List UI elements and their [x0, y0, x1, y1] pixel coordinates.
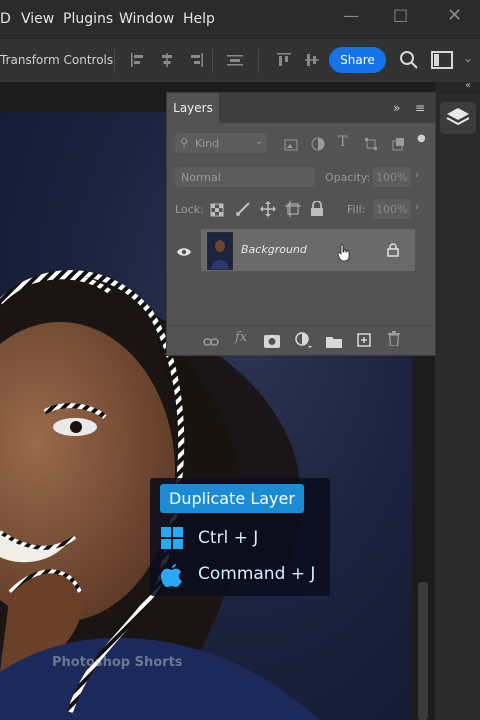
blend-mode-select[interactable]: Normal — [175, 167, 315, 187]
mac-shortcut-keys: Command + J — [198, 564, 316, 584]
visibility-eye-icon[interactable] — [176, 243, 192, 262]
new-group-icon[interactable] — [326, 333, 342, 352]
lock-position-icon[interactable] — [260, 201, 276, 221]
windows-shortcut-keys: Ctrl + J — [198, 528, 259, 548]
filter-kind-label: Kind — [195, 137, 220, 150]
layer-lock-icon[interactable] — [387, 242, 399, 261]
menu-item-help[interactable]: Help — [183, 11, 215, 27]
search-icon[interactable] — [399, 50, 419, 74]
lock-artboard-icon[interactable] — [285, 201, 301, 221]
shortcut-title: Duplicate Layer — [160, 484, 304, 513]
smart-object-filter-icon[interactable] — [391, 136, 405, 155]
opacity-field[interactable]: 100% — [373, 167, 411, 187]
layers-panel: Layers » ≡ ⚲ Kind ⌄ T ● Normal Opacity: — [166, 92, 436, 356]
type-filter-icon[interactable]: T — [338, 134, 347, 150]
workspace-chevron-icon[interactable]: ⌄ — [463, 51, 473, 65]
align-center-icon[interactable] — [159, 52, 175, 72]
menu-bar: D View Plugins Window Help — □ ✕ — [0, 0, 480, 38]
shape-filter-icon[interactable] — [364, 136, 378, 155]
align-left-icon[interactable] — [130, 52, 146, 72]
chevron-right-icon[interactable]: › — [415, 170, 419, 181]
tab-layers[interactable]: Layers — [167, 93, 219, 123]
divider — [212, 49, 213, 73]
layers-panel-header: Layers » ≡ — [167, 93, 435, 123]
align-middle-icon[interactable] — [304, 52, 320, 72]
fill-field[interactable]: 100% — [373, 199, 411, 219]
blend-mode-value: Normal — [181, 171, 221, 184]
layer-row-background[interactable]: Background — [201, 229, 415, 271]
align-right-icon[interactable] — [188, 52, 204, 72]
layer-name[interactable]: Background — [241, 243, 307, 256]
menu-item-plugins[interactable]: Plugins — [63, 11, 113, 27]
share-button[interactable]: Share — [329, 47, 386, 73]
chevron-down-icon: ⌄ — [255, 136, 264, 147]
search-icon: ⚲ — [180, 136, 189, 149]
collapse-panel-icon[interactable]: » — [393, 101, 400, 115]
transform-controls-label[interactable]: Transform Controls — [0, 53, 113, 67]
filter-kind-select[interactable]: ⚲ Kind ⌄ — [175, 133, 267, 153]
lock-transparent-icon[interactable] — [210, 202, 224, 221]
collapse-chevron-icon[interactable]: « — [465, 80, 471, 91]
divider — [258, 49, 259, 73]
layers-dock-button[interactable] — [440, 102, 476, 134]
dock-collapse-strip[interactable]: « — [435, 80, 480, 94]
distribute-icon[interactable] — [226, 52, 244, 72]
adjustment-layer-icon[interactable] — [295, 332, 313, 352]
filter-toggle-icon[interactable]: ● — [417, 133, 426, 144]
shortcut-card: Duplicate Layer Ctrl + J Command + J — [150, 478, 330, 596]
divider — [114, 49, 115, 73]
apple-logo-icon — [160, 562, 184, 593]
delete-layer-icon[interactable] — [388, 331, 400, 350]
layer-thumbnail — [207, 232, 233, 270]
link-layers-icon[interactable] — [203, 333, 219, 352]
lock-pixels-icon[interactable] — [235, 201, 251, 221]
hand-cursor-icon — [337, 244, 351, 266]
panel-menu-icon[interactable]: ≡ — [415, 101, 425, 115]
layers-footer: fx — [167, 325, 435, 354]
maximize-icon[interactable]: □ — [393, 5, 408, 24]
add-mask-icon[interactable] — [264, 333, 280, 352]
close-icon[interactable]: ✕ — [447, 5, 462, 26]
menu-item-partial[interactable]: D — [0, 11, 11, 27]
opacity-label: Opacity: — [325, 171, 371, 184]
canvas-scrollbar[interactable] — [418, 582, 428, 720]
watermark-text: Photoshop Shorts — [52, 655, 183, 670]
menu-item-view[interactable]: View — [21, 11, 54, 27]
minimize-icon[interactable]: — — [343, 6, 359, 25]
chevron-right-icon[interactable]: › — [415, 202, 419, 213]
layers-stack-icon — [446, 108, 470, 126]
panel-dock: « — [434, 80, 480, 720]
workspace-icon[interactable] — [431, 51, 453, 73]
lock-all-icon[interactable] — [310, 200, 324, 221]
fx-icon[interactable]: fx — [235, 330, 247, 345]
pixel-filter-icon[interactable] — [284, 136, 298, 155]
fill-label: Fill: — [347, 203, 366, 216]
fill-value: 100% — [376, 203, 408, 216]
menu-item-window[interactable]: Window — [119, 11, 174, 27]
adjustment-filter-icon[interactable] — [311, 136, 325, 155]
align-top-icon[interactable] — [276, 52, 292, 72]
windows-logo-icon — [160, 526, 184, 555]
new-layer-icon[interactable] — [357, 332, 371, 351]
options-bar: Transform Controls Share ⌄ — [0, 38, 480, 83]
lock-label: Lock: — [175, 203, 204, 216]
opacity-value: 100% — [376, 171, 408, 184]
